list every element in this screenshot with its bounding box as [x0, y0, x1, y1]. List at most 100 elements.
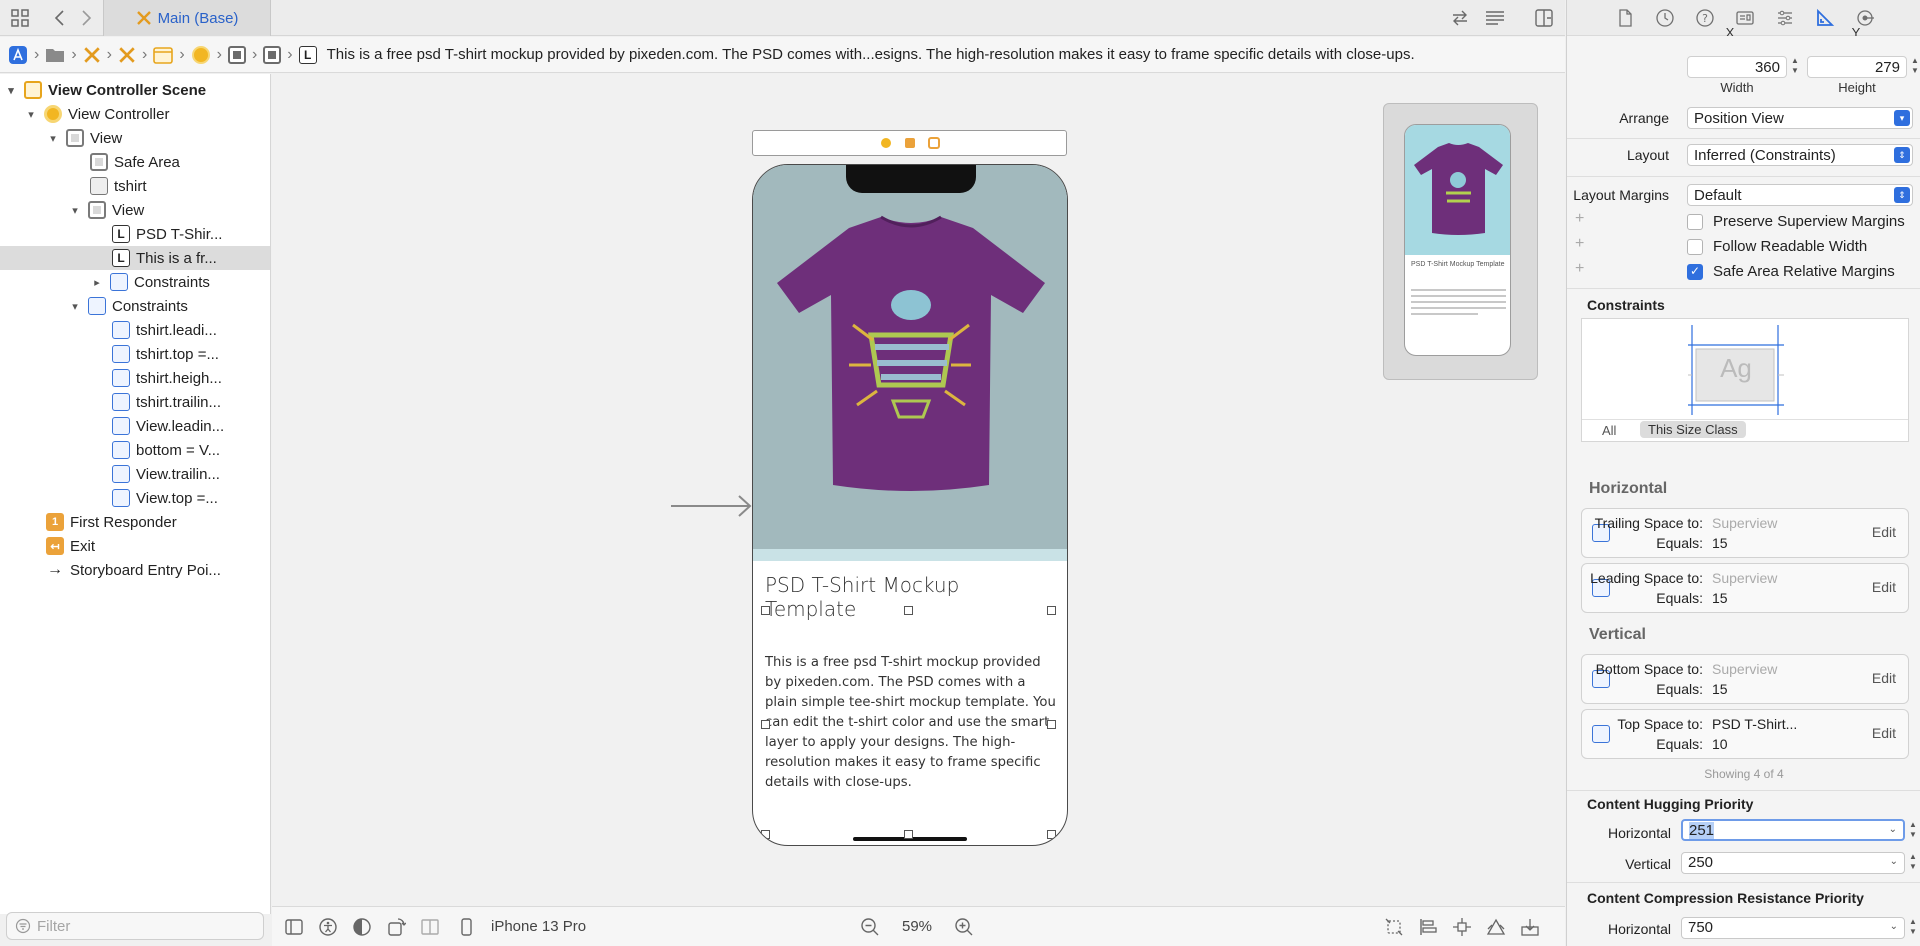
outline-row-constraint[interactable]: View.leadin...: [0, 414, 270, 438]
segment-this-size-class[interactable]: This Size Class: [1640, 421, 1746, 438]
resize-handle[interactable]: [1047, 720, 1056, 729]
update-frames-icon[interactable]: [1384, 917, 1404, 937]
view-controller-icon[interactable]: [880, 137, 892, 149]
folder-icon[interactable]: [45, 46, 65, 64]
entry-point-arrow-icon[interactable]: [671, 494, 753, 518]
hugging-vertical-stepper[interactable]: ▲ ▼: [1907, 852, 1919, 874]
segment-all[interactable]: All: [1602, 423, 1616, 438]
resize-handle[interactable]: [904, 606, 913, 615]
plus-icon[interactable]: +: [1575, 260, 1584, 278]
view-icon[interactable]: [227, 45, 246, 64]
device-name[interactable]: iPhone 13 Pro: [491, 918, 586, 935]
history-inspector-icon[interactable]: [1655, 8, 1675, 28]
disclosure-open-icon[interactable]: ▾: [4, 84, 18, 97]
first-responder-icon[interactable]: [904, 137, 916, 149]
disclosure-open-icon[interactable]: ▾: [46, 132, 60, 145]
attributes-inspector-icon[interactable]: [1775, 8, 1795, 28]
edit-button[interactable]: Edit: [1872, 725, 1896, 741]
constraint-card-top[interactable]: Top Space to: PSD T-Shirt... Equals: 10 …: [1581, 709, 1909, 759]
description-label[interactable]: This is a free psd T-shirt mockup provid…: [765, 653, 1057, 793]
width-field[interactable]: 360: [1687, 56, 1787, 78]
hugging-horizontal-field[interactable]: 251 ⌄: [1681, 819, 1905, 841]
help-inspector-icon[interactable]: ?: [1695, 8, 1715, 28]
hugging-horizontal-stepper[interactable]: ▲ ▼: [1907, 820, 1919, 842]
outline-row-inner-constraints[interactable]: ▸ Constraints: [0, 270, 270, 294]
storyboard-icon[interactable]: [118, 46, 136, 64]
height-stepper[interactable]: ▲ ▼: [1909, 56, 1920, 78]
device-icon[interactable]: [456, 917, 476, 937]
outline-row-constraint[interactable]: tshirt.top =...: [0, 342, 270, 366]
outline-row-description-label[interactable]: L This is a fr...: [0, 246, 270, 270]
label-icon[interactable]: L: [298, 45, 317, 64]
grid-icon[interactable]: [10, 8, 30, 28]
scene-icon[interactable]: [153, 46, 174, 64]
tshirt-image[interactable]: [753, 165, 1067, 559]
disclosure-open-icon[interactable]: ▾: [24, 108, 38, 121]
edit-button[interactable]: Edit: [1872, 524, 1896, 540]
outline-row-scene[interactable]: ▾ View Controller Scene: [0, 78, 270, 102]
add-editor-icon[interactable]: [1534, 8, 1554, 28]
outline-row-entry-point[interactable]: → Storyboard Entry Poi...: [0, 558, 270, 582]
width-stepper[interactable]: ▲ ▼: [1789, 56, 1801, 78]
back-chevron-icon[interactable]: [50, 8, 70, 28]
exit-icon[interactable]: [927, 137, 940, 149]
resize-handle[interactable]: [1047, 606, 1056, 615]
hugging-vertical-field[interactable]: 250 ⌄: [1681, 852, 1905, 874]
swap-icon[interactable]: [1450, 8, 1470, 28]
connections-inspector-icon[interactable]: [1855, 8, 1875, 28]
plus-icon[interactable]: +: [1575, 235, 1584, 253]
outline-row-title-label[interactable]: L PSD T-Shir...: [0, 222, 270, 246]
orientation-icon[interactable]: [386, 917, 406, 937]
app-icon[interactable]: [8, 45, 28, 65]
outline-row-safe-area[interactable]: Safe Area: [0, 150, 270, 174]
scene-dock[interactable]: [752, 130, 1067, 156]
tab-main-base[interactable]: Main (Base): [103, 0, 271, 36]
layout-margins-popup[interactable]: Default ⇕: [1687, 184, 1913, 206]
resolve-issues-icon[interactable]: [1486, 917, 1506, 937]
canvas-minimap[interactable]: PSD T-Shirt Mockup Template: [1383, 103, 1538, 380]
arrange-popup[interactable]: Position View ▾: [1687, 107, 1913, 129]
constraint-card-trailing[interactable]: Trailing Space to: Superview Equals: 15 …: [1581, 508, 1909, 558]
resize-handle[interactable]: [1047, 830, 1056, 839]
outline-filter-field[interactable]: Filter: [6, 912, 264, 940]
appearance-icon[interactable]: [352, 917, 372, 937]
forward-chevron-icon[interactable]: [76, 8, 96, 28]
compression-horizontal-stepper[interactable]: ▲ ▼: [1907, 917, 1919, 939]
view-controller-icon[interactable]: [191, 45, 211, 65]
outline-row-constraint[interactable]: tshirt.trailin...: [0, 390, 270, 414]
resize-handle[interactable]: [761, 720, 770, 729]
edit-button[interactable]: Edit: [1872, 670, 1896, 686]
disclosure-closed-icon[interactable]: ▸: [90, 276, 104, 289]
add-constraints-icon[interactable]: [1452, 917, 1472, 937]
size-inspector-icon[interactable]: [1815, 8, 1835, 28]
outline-row-tshirt[interactable]: tshirt: [0, 174, 270, 198]
editor-options-icon[interactable]: [1484, 8, 1504, 28]
outline-row-view[interactable]: ▾ View: [0, 126, 270, 150]
disclosure-open-icon[interactable]: ▾: [68, 204, 82, 217]
outline-row-exit[interactable]: ↤ Exit: [0, 534, 270, 558]
outline-row-view-controller[interactable]: ▾ View Controller: [0, 102, 270, 126]
layout-popup[interactable]: Inferred (Constraints) ⇕: [1687, 144, 1913, 166]
iphone-scene[interactable]: PSD T-Shirt Mockup Template This is a fr…: [752, 164, 1068, 846]
constraint-card-leading[interactable]: Leading Space to: Superview Equals: 15 E…: [1581, 563, 1909, 613]
readable-width-checkbox[interactable]: [1687, 239, 1703, 255]
jump-bar-current-item[interactable]: This is a free psd T-shirt mockup provid…: [327, 46, 1415, 63]
outline-row-constraint[interactable]: View.top =...: [0, 486, 270, 510]
compression-horizontal-field[interactable]: 750 ⌄: [1681, 917, 1905, 939]
safe-area-margins-checkbox[interactable]: [1687, 264, 1703, 280]
zoom-out-icon[interactable]: [860, 917, 880, 937]
outline-row-constraint[interactable]: View.trailin...: [0, 462, 270, 486]
outline-row-constraint[interactable]: tshirt.heigh...: [0, 366, 270, 390]
preserve-margins-checkbox[interactable]: [1687, 214, 1703, 230]
sidebar-toggle-icon[interactable]: [284, 917, 304, 937]
zoom-level[interactable]: 59%: [902, 918, 932, 935]
storyboard-icon[interactable]: [83, 46, 101, 64]
identity-inspector-icon[interactable]: [1735, 8, 1755, 28]
file-inspector-icon[interactable]: [1615, 8, 1635, 28]
disclosure-open-icon[interactable]: ▾: [68, 300, 82, 313]
align-icon[interactable]: [1418, 917, 1438, 937]
view-icon[interactable]: [263, 45, 282, 64]
resize-handle[interactable]: [761, 606, 770, 615]
accessibility-icon[interactable]: [318, 917, 338, 937]
outline-row-constraint[interactable]: tshirt.leadi...: [0, 318, 270, 342]
